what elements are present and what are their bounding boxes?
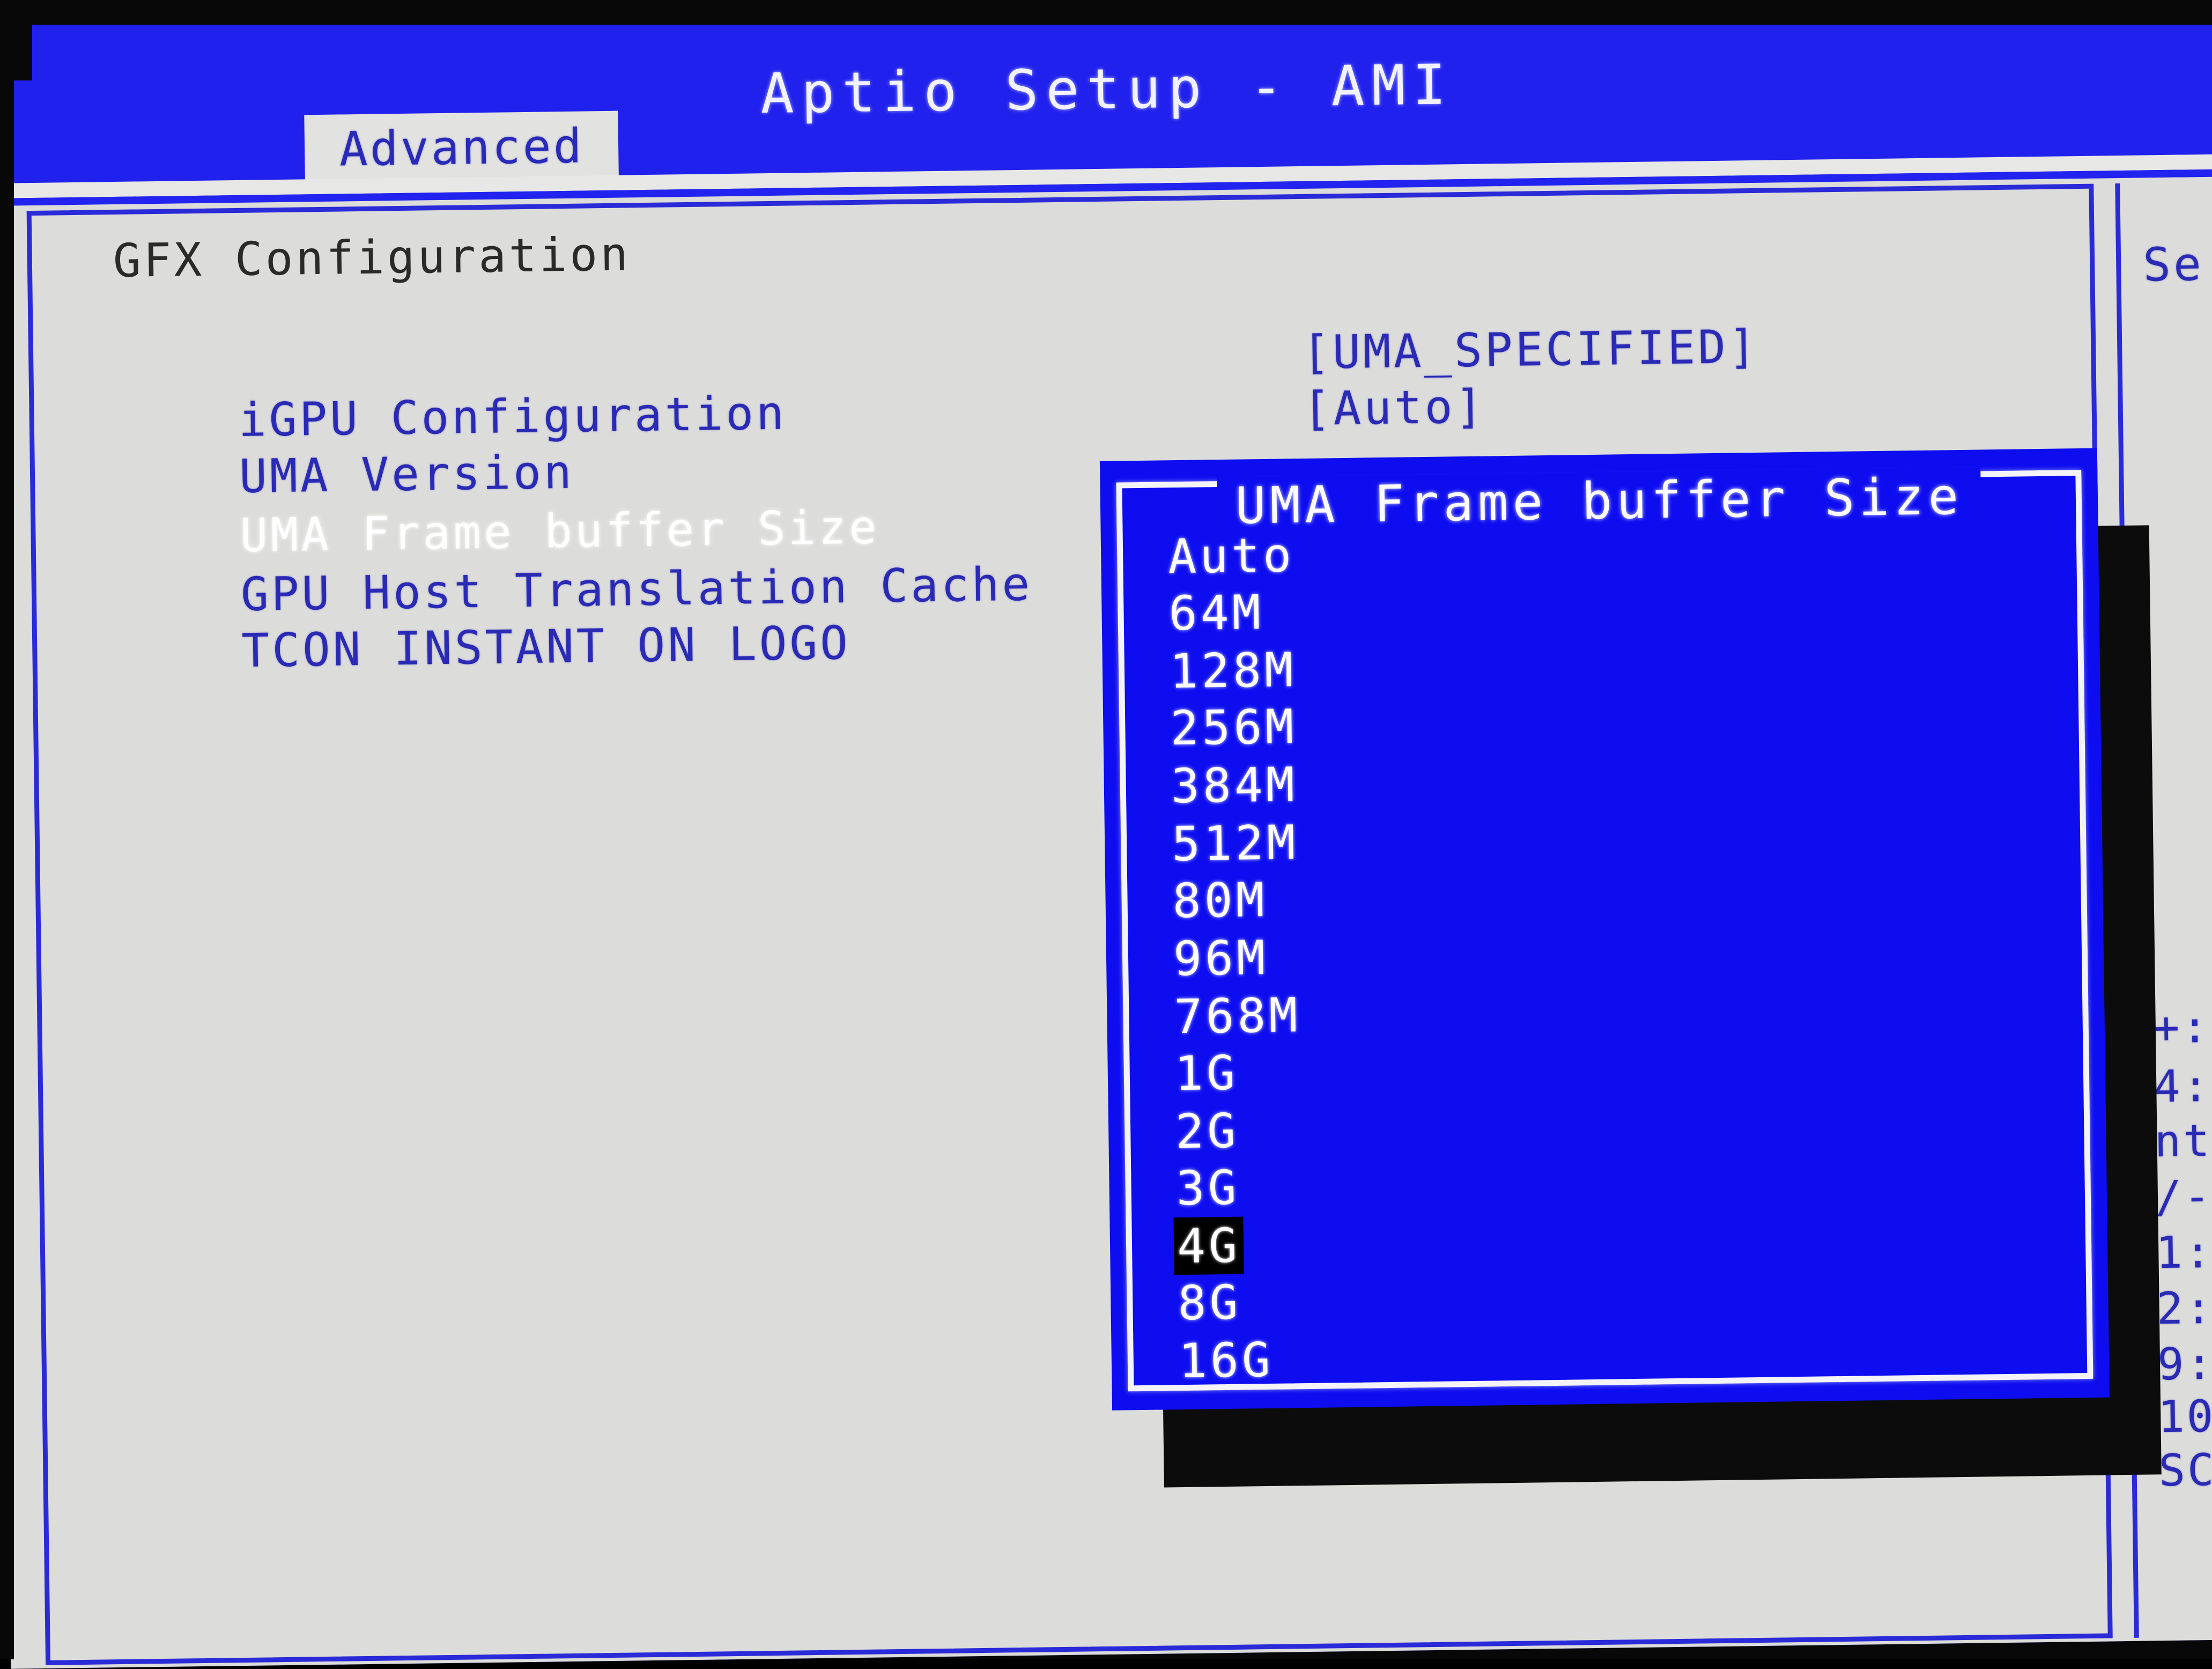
- dialog-option-128m[interactable]: 128M: [1169, 642, 1296, 699]
- dialog-option-1g[interactable]: 1G: [1174, 1045, 1238, 1102]
- help-line-left-right-arrow: +:: [2152, 1001, 2211, 1054]
- monitor-bezel-corner: [0, 0, 32, 80]
- setting-label: TCON INSTANT ON LOGO: [241, 616, 851, 678]
- dialog-option-64m[interactable]: 64M: [1168, 585, 1264, 641]
- bios-screen: Aptio Setup - AMI Advanced GFX Configura…: [0, 0, 2212, 1669]
- dialog-title: UMA Frame buffer Size: [1122, 466, 2076, 537]
- dialog-option-512m[interactable]: 512M: [1172, 815, 1299, 872]
- dialog-option-768m[interactable]: 768M: [1174, 987, 1301, 1044]
- help-line-esc: SC: [2158, 1444, 2212, 1497]
- setting-value-igpu-configuration[interactable]: [UMA_SPECIFIED]: [1302, 320, 1759, 380]
- section-heading: GFX Configuration: [113, 227, 631, 289]
- tab-advanced-label: Advanced: [339, 118, 585, 176]
- dialog-option-16g[interactable]: 16G: [1178, 1332, 1274, 1389]
- dialog-option-4g-selected[interactable]: 4G: [1173, 1216, 1244, 1275]
- setting-value-uma-version[interactable]: [Auto]: [1303, 380, 1486, 436]
- monitor-bezel-left: [0, 0, 14, 1659]
- dialog-option-auto[interactable]: Auto: [1168, 527, 1295, 584]
- monitor-bezel-top: [0, 0, 2212, 25]
- help-line-f9: 9:: [2157, 1338, 2212, 1391]
- tab-advanced[interactable]: Advanced: [304, 110, 619, 184]
- help-line-up-down-arrow: 4:: [2153, 1060, 2211, 1113]
- help-line-plus-minus: /-: [2155, 1171, 2212, 1223]
- uma-frame-buffer-size-dialog: UMA Frame buffer Size Auto 64M 128M 256M…: [1099, 448, 2110, 1410]
- dialog-title-label: UMA Frame buffer Size: [1217, 467, 1981, 536]
- help-line-f2: 2:: [2156, 1282, 2212, 1335]
- help-pane-heading: Se: [2142, 237, 2204, 292]
- help-line-enter: nt: [2154, 1115, 2212, 1168]
- help-line-f10: 10: [2157, 1391, 2212, 1443]
- help-line-f1: 1:: [2155, 1227, 2212, 1279]
- dialog-option-384m[interactable]: 384M: [1171, 757, 1298, 814]
- dialog-option-96m[interactable]: 96M: [1173, 930, 1268, 986]
- setting-row-tcon-instant-on-logo[interactable]: TCON INSTANT ON LOGO: [119, 563, 851, 733]
- dialog-option-3g[interactable]: 3G: [1176, 1160, 1240, 1216]
- dialog-option-80m[interactable]: 80M: [1172, 872, 1268, 928]
- dialog-option-256m[interactable]: 256M: [1170, 699, 1297, 756]
- dialog-option-2g[interactable]: 2G: [1175, 1103, 1239, 1160]
- dialog-option-8g[interactable]: 8G: [1178, 1275, 1241, 1331]
